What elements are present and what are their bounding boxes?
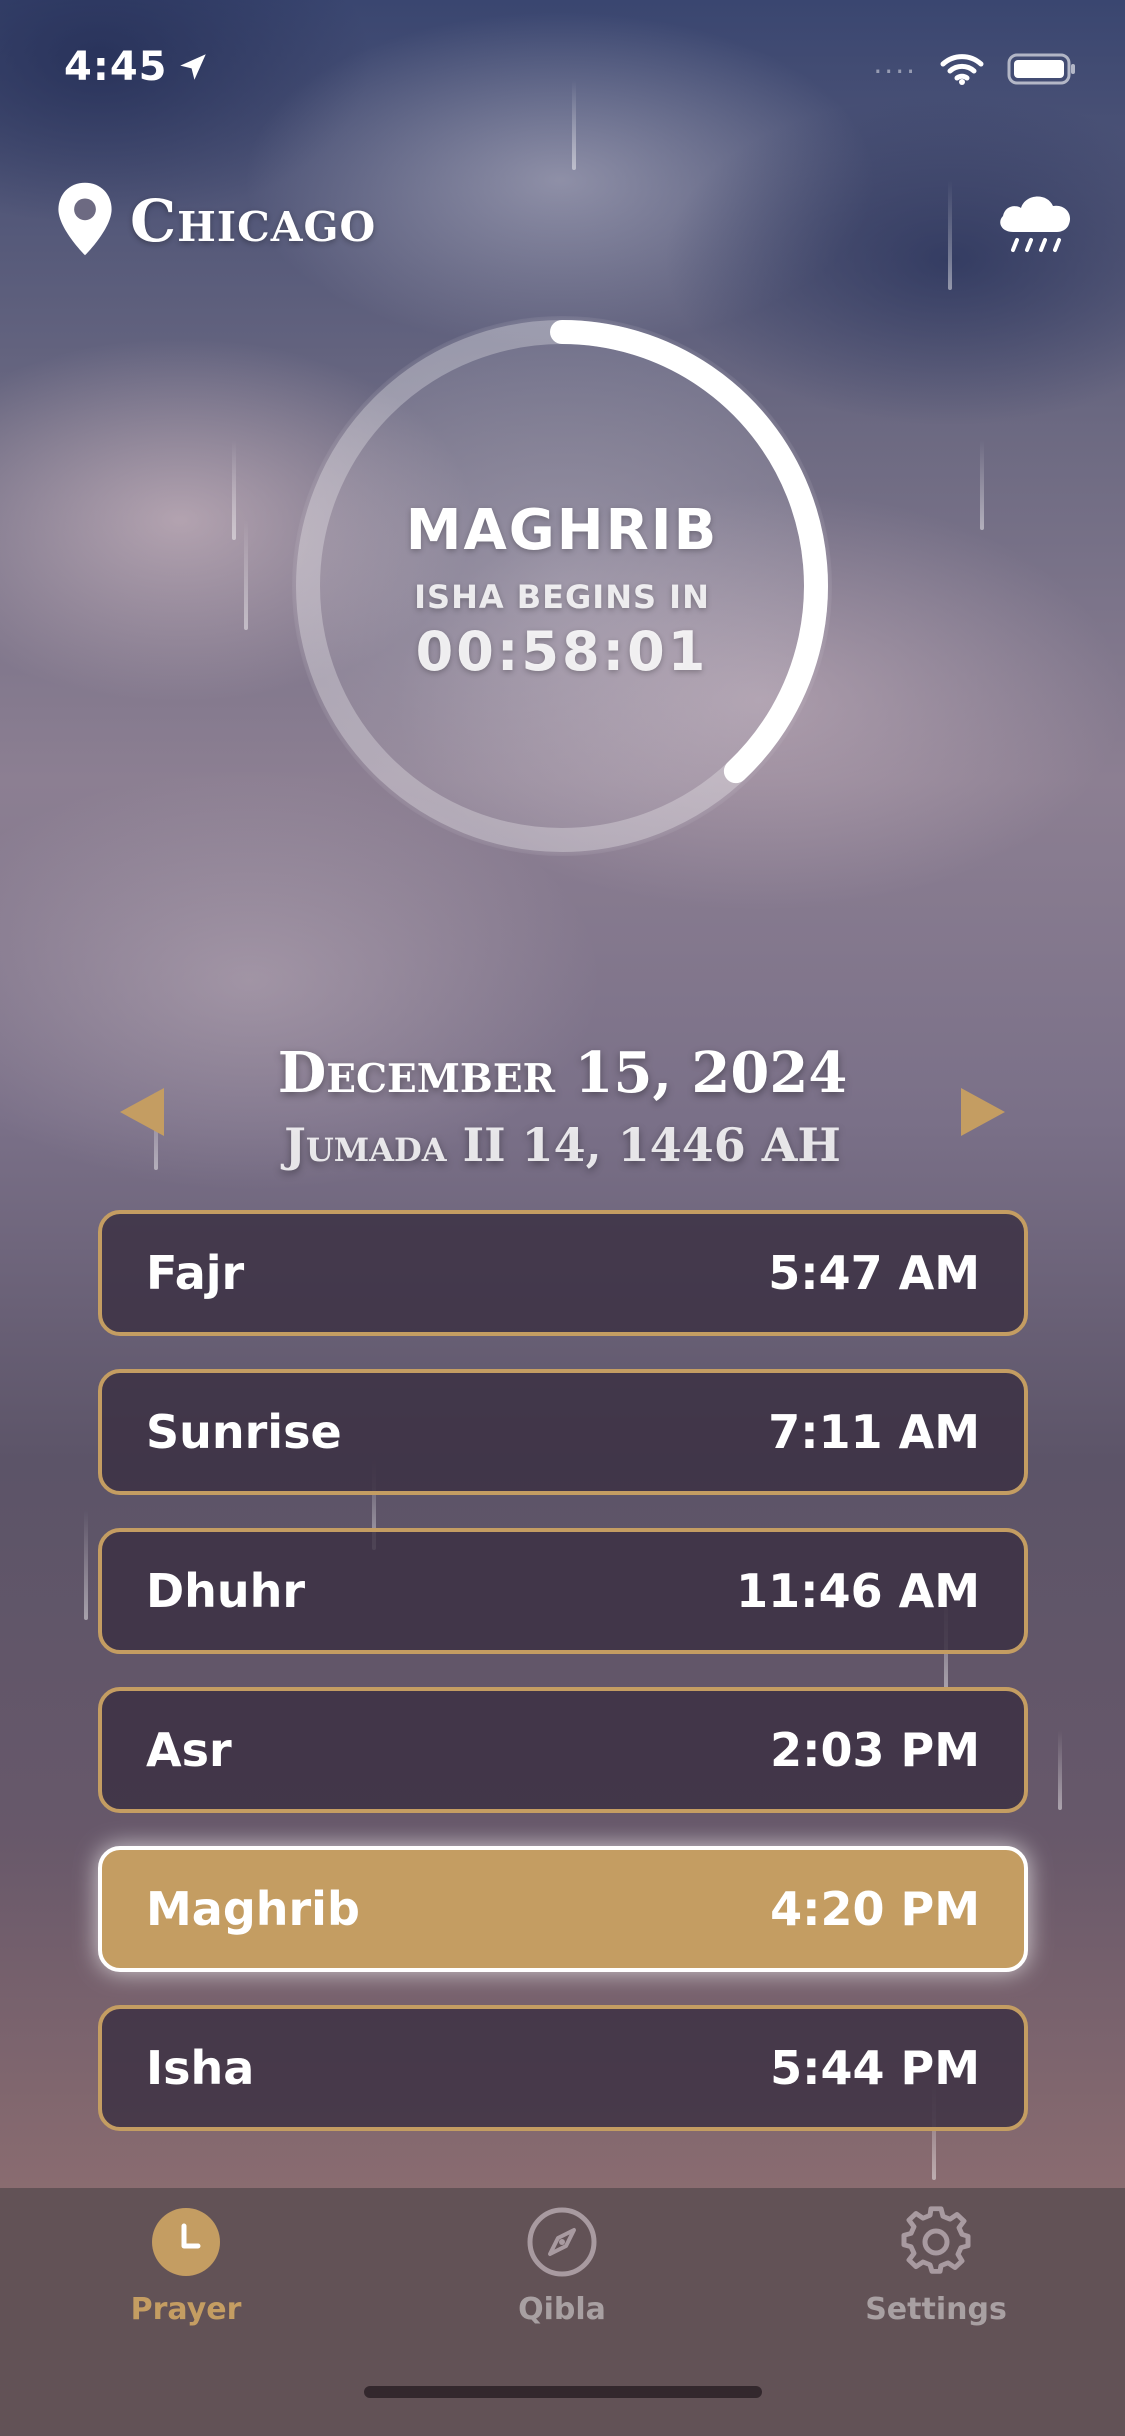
gregorian-date: December 15, 2024 [277,1040,848,1106]
tab-bar: Prayer Qibla Settings [0,2188,1125,2436]
prayer-name: Isha [146,2041,255,2095]
next-prayer-label: ISHA BEGINS IN [414,578,710,616]
status-time: 4:45 [64,44,168,90]
rain-streak [980,440,984,530]
prayer-time: 5:44 PM [770,2041,980,2095]
tab-label: Settings [865,2292,1007,2327]
next-day-arrow-icon[interactable] [961,1088,1005,1136]
signal-dots-icon: ···· [873,54,917,88]
home-indicator [364,2386,762,2398]
prayer-name: Dhuhr [146,1564,306,1618]
prayer-row-maghrib[interactable]: Maghrib 4:20 PM [98,1846,1028,1972]
prayer-time: 11:46 AM [736,1564,980,1618]
rain-streak [1058,1730,1062,1810]
map-pin-icon [56,180,114,262]
rain-cloud-icon[interactable] [991,180,1077,270]
prayer-name: Maghrib [146,1882,360,1936]
tab-label: Prayer [130,2292,242,2327]
prayer-row-dhuhr[interactable]: Dhuhr 11:46 AM [98,1528,1028,1654]
prayer-row-sunrise[interactable]: Sunrise 7:11 AM [98,1369,1028,1495]
current-prayer-name: MAGHRIB [405,498,719,563]
prayer-time: 5:47 AM [768,1246,980,1300]
wifi-icon [939,52,985,90]
gear-icon [900,2206,972,2282]
city-name: Chicago [130,187,377,255]
prayer-row-asr[interactable]: Asr 2:03 PM [98,1687,1028,1813]
prayer-countdown-ring: MAGHRIB ISHA BEGINS IN 00:58:01 [292,316,832,856]
hijri-date: Jumada II 14, 1446 AH [284,1118,841,1172]
prayer-time: 2:03 PM [770,1723,980,1777]
rain-streak [244,520,248,630]
prayer-name: Fajr [146,1246,245,1300]
rain-streak [84,1510,88,1620]
tab-settings[interactable]: Settings [806,2206,1066,2327]
location-arrow-icon [176,50,210,88]
status-bar: 4:45 ···· [64,44,1077,94]
tab-qibla[interactable]: Qibla [432,2206,692,2327]
prayer-name: Asr [146,1723,232,1777]
countdown-timer: 00:58:01 [415,620,709,683]
date-navigator: December 15, 2024 Jumada II 14, 1446 AH [0,1040,1125,1180]
prayer-row-fajr[interactable]: Fajr 5:47 AM [98,1210,1028,1336]
prayer-name: Sunrise [146,1405,342,1459]
compass-icon [526,2207,598,2282]
clock-icon [150,2208,222,2282]
tab-label: Qibla [518,2292,606,2327]
prayer-times-list: Fajr 5:47 AM Sunrise 7:11 AM Dhuhr 11:46… [98,1210,1028,2164]
prayer-time: 7:11 AM [768,1405,980,1459]
rain-streak [232,440,236,540]
prayer-time: 4:20 PM [770,1882,980,1936]
header: Chicago [56,180,1077,270]
prayer-row-isha[interactable]: Isha 5:44 PM [98,2005,1028,2131]
location-selector[interactable]: Chicago [56,180,376,262]
battery-icon [1007,52,1077,90]
tab-prayer[interactable]: Prayer [56,2206,316,2327]
